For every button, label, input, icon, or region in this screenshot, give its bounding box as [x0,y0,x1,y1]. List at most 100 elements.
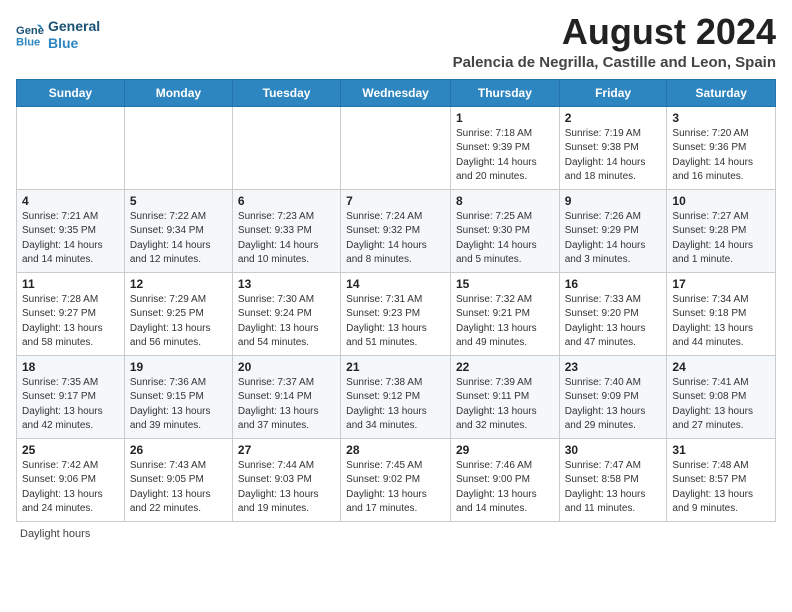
day-info: Sunrise: 7:39 AM Sunset: 9:11 PM Dayligh… [456,376,554,434]
calendar-cell: 4 Sunrise: 7:21 AM Sunset: 9:35 PM Daylig… [17,189,125,272]
day-info: Sunrise: 7:44 AM Sunset: 9:03 PM Dayligh… [238,459,335,517]
day-header-saturday: Saturday [667,79,776,106]
day-info: Sunrise: 7:35 AM Sunset: 9:17 PM Dayligh… [22,376,119,434]
svg-text:Blue: Blue [16,36,40,48]
day-info: Sunrise: 7:47 AM Sunset: 8:58 PM Dayligh… [565,459,662,517]
calendar-cell: 7Sunrise: 7:24 AM Sunset: 9:32 PM Daylig… [341,189,451,272]
calendar-cell: 28 Sunrise: 7:45 AM Sunset: 9:02 PM Dayli… [341,438,451,521]
day-number: 1 [456,111,554,125]
calendar-cell [17,106,125,189]
day-number: 8 [456,194,554,208]
calendar-cell: 19 Sunrise: 7:36 AM Sunset: 9:15 PM Dayli… [124,355,232,438]
calendar-cell: 17Sunrise: 7:34 AM Sunset: 9:18 PM Dayli… [667,272,776,355]
logo: General Blue General Blue [16,18,100,52]
calendar-cell: 3 Sunrise: 7:20 AM Sunset: 9:36 PM Daylig… [667,106,776,189]
day-info: Sunrise: 7:28 AM Sunset: 9:27 PM Dayligh… [22,293,119,351]
calendar-cell: 14Sunrise: 7:31 AM Sunset: 9:23 PM Dayli… [341,272,451,355]
day-info: Sunrise: 7:46 AM Sunset: 9:00 PM Dayligh… [456,459,554,517]
day-header-thursday: Thursday [450,79,559,106]
day-info: Sunrise: 7:40 AM Sunset: 9:09 PM Dayligh… [565,376,662,434]
day-info: Sunrise: 7:33 AM Sunset: 9:20 PM Dayligh… [565,293,662,351]
logo-line1: General [48,18,100,35]
day-header-monday: Monday [124,79,232,106]
calendar-cell: 15Sunrise: 7:32 AM Sunset: 9:21 PM Dayli… [450,272,559,355]
calendar-cell [341,106,451,189]
calendar-cell: 24 Sunrise: 7:41 AM Sunset: 9:08 PM Dayli… [667,355,776,438]
header: General Blue General Blue August 2024 Pa… [16,12,776,71]
calendar-cell [124,106,232,189]
day-number: 25 [22,443,119,457]
calendar-cell: 12 Sunrise: 7:29 AM Sunset: 9:25 PM Dayli… [124,272,232,355]
calendar-cell: 16 Sunrise: 7:33 AM Sunset: 9:20 PM Dayli… [559,272,667,355]
calendar-cell: 5 Sunrise: 7:22 AM Sunset: 9:34 PM Daylig… [124,189,232,272]
day-info: Sunrise: 7:32 AM Sunset: 9:21 PM Dayligh… [456,293,554,351]
day-header-tuesday: Tuesday [232,79,340,106]
day-number: 20 [238,360,335,374]
day-info: Sunrise: 7:23 AM Sunset: 9:33 PM Dayligh… [238,210,335,268]
day-info: Sunrise: 7:19 AM Sunset: 9:38 PM Dayligh… [565,127,662,185]
calendar-table: SundayMondayTuesdayWednesdayThursdayFrid… [16,79,776,522]
day-info: Sunrise: 7:38 AM Sunset: 9:12 PM Dayligh… [346,376,445,434]
day-number: 2 [565,111,662,125]
day-number: 30 [565,443,662,457]
calendar-cell: 29 Sunrise: 7:46 AM Sunset: 9:00 PM Dayli… [450,438,559,521]
calendar-cell: 30 Sunrise: 7:47 AM Sunset: 8:58 PM Dayli… [559,438,667,521]
day-info: Sunrise: 7:42 AM Sunset: 9:06 PM Dayligh… [22,459,119,517]
day-number: 27 [238,443,335,457]
week-row-3: 18Sunrise: 7:35 AM Sunset: 9:17 PM Dayli… [17,355,776,438]
calendar-cell: 26Sunrise: 7:43 AM Sunset: 9:05 PM Dayli… [124,438,232,521]
week-row-2: 11 Sunrise: 7:28 AM Sunset: 9:27 PM Dayli… [17,272,776,355]
calendar-cell: 20 Sunrise: 7:37 AM Sunset: 9:14 PM Dayli… [232,355,340,438]
day-info: Sunrise: 7:20 AM Sunset: 9:36 PM Dayligh… [672,127,770,185]
calendar-cell: 27 Sunrise: 7:44 AM Sunset: 9:03 PM Dayli… [232,438,340,521]
calendar-cell: 2 Sunrise: 7:19 AM Sunset: 9:38 PM Daylig… [559,106,667,189]
calendar-cell: 25 Sunrise: 7:42 AM Sunset: 9:06 PM Dayli… [17,438,125,521]
day-number: 12 [130,277,227,291]
calendar-cell: 10Sunrise: 7:27 AM Sunset: 9:28 PM Dayli… [667,189,776,272]
day-info: Sunrise: 7:30 AM Sunset: 9:24 PM Dayligh… [238,293,335,351]
day-info: Sunrise: 7:36 AM Sunset: 9:15 PM Dayligh… [130,376,227,434]
calendar-cell: 13 Sunrise: 7:30 AM Sunset: 9:24 PM Dayli… [232,272,340,355]
calendar-cell: 9 Sunrise: 7:26 AM Sunset: 9:29 PM Daylig… [559,189,667,272]
day-number: 6 [238,194,335,208]
day-number: 5 [130,194,227,208]
day-info: Sunrise: 7:37 AM Sunset: 9:14 PM Dayligh… [238,376,335,434]
day-number: 11 [22,277,119,291]
day-info: Sunrise: 7:45 AM Sunset: 9:02 PM Dayligh… [346,459,445,517]
day-number: 16 [565,277,662,291]
day-number: 28 [346,443,445,457]
calendar-cell: 8Sunrise: 7:25 AM Sunset: 9:30 PM Daylig… [450,189,559,272]
day-number: 13 [238,277,335,291]
calendar-cell [232,106,340,189]
title-area: August 2024 Palencia de Negrilla, Castil… [453,12,776,71]
day-number: 3 [672,111,770,125]
day-info: Sunrise: 7:26 AM Sunset: 9:29 PM Dayligh… [565,210,662,268]
day-info: Sunrise: 7:21 AM Sunset: 9:35 PM Dayligh… [22,210,119,268]
day-header-wednesday: Wednesday [341,79,451,106]
day-info: Sunrise: 7:18 AM Sunset: 9:39 PM Dayligh… [456,127,554,185]
day-info: Sunrise: 7:29 AM Sunset: 9:25 PM Dayligh… [130,293,227,351]
day-header-friday: Friday [559,79,667,106]
day-number: 29 [456,443,554,457]
day-number: 24 [672,360,770,374]
day-info: Sunrise: 7:22 AM Sunset: 9:34 PM Dayligh… [130,210,227,268]
week-row-4: 25 Sunrise: 7:42 AM Sunset: 9:06 PM Dayli… [17,438,776,521]
logo-line2: Blue [48,35,100,52]
day-number: 4 [22,194,119,208]
day-number: 23 [565,360,662,374]
day-info: Sunrise: 7:41 AM Sunset: 9:08 PM Dayligh… [672,376,770,434]
day-number: 22 [456,360,554,374]
day-number: 7 [346,194,445,208]
week-row-1: 4 Sunrise: 7:21 AM Sunset: 9:35 PM Daylig… [17,189,776,272]
day-info: Sunrise: 7:27 AM Sunset: 9:28 PM Dayligh… [672,210,770,268]
day-number: 19 [130,360,227,374]
day-number: 9 [565,194,662,208]
week-row-0: 1 Sunrise: 7:18 AM Sunset: 9:39 PM Daylig… [17,106,776,189]
day-number: 21 [346,360,445,374]
calendar-cell: 11 Sunrise: 7:28 AM Sunset: 9:27 PM Dayli… [17,272,125,355]
day-number: 17 [672,277,770,291]
calendar-cell: 31Sunrise: 7:48 AM Sunset: 8:57 PM Dayli… [667,438,776,521]
calendar-header-row: SundayMondayTuesdayWednesdayThursdayFrid… [17,79,776,106]
month-title: August 2024 [453,12,776,52]
day-info: Sunrise: 7:31 AM Sunset: 9:23 PM Dayligh… [346,293,445,351]
